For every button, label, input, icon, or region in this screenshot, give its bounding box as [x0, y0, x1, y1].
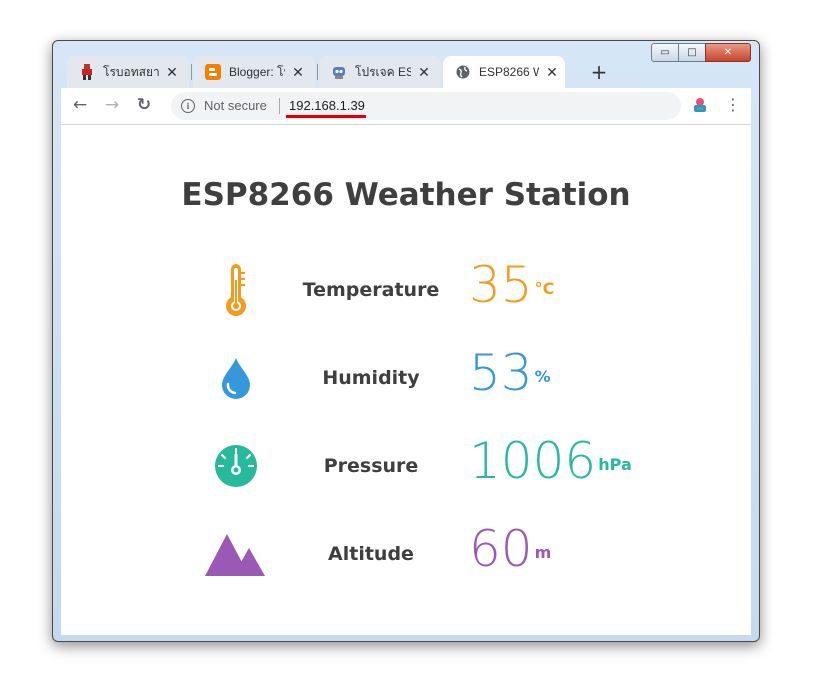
value-number: 60 [469, 520, 533, 578]
value-number: 35 [469, 256, 533, 314]
value-unit: °C [534, 279, 555, 298]
omnibox-divider [279, 98, 280, 114]
value-unit: % [534, 367, 551, 386]
tab-divider [191, 64, 192, 80]
url-highlight-underline [286, 115, 366, 118]
robot-face-icon [331, 64, 347, 80]
close-tab-icon[interactable]: ✕ [165, 64, 179, 81]
reading-altitude: Altitude 60 m [61, 519, 751, 599]
extension-icon[interactable] [691, 96, 709, 114]
tab-label: ESP8266 W [479, 65, 539, 79]
tab-robotsiam[interactable]: โรบอทสยาม ✕ [67, 56, 189, 88]
reading-pressure: Pressure 1006 hPa [61, 431, 751, 511]
browser-window: ▭ □ ✕ โรบอทสยาม ✕ Blogger: โป ✕ โปรเจค E… [52, 40, 760, 642]
mountain-icon [201, 519, 271, 589]
reading-value: 1006 hPa [469, 431, 632, 491]
reading-label: Altitude [328, 543, 414, 565]
reading-value: 35 °C [469, 255, 554, 315]
reading-value: 53% [469, 343, 551, 403]
page-content: ESP8266 Weather Station Temperature 35 °C [61, 125, 751, 635]
robot-icon [79, 64, 95, 80]
tab-divider [317, 64, 318, 80]
reading-label: Temperature [302, 279, 440, 301]
security-status[interactable]: Not secure [204, 98, 267, 113]
browser-toolbar: ← → ↻ i Not secure 192.168.1.39 ☆ ⋮ [61, 88, 751, 125]
reading-label: Pressure [323, 455, 419, 477]
new-tab-button[interactable]: + [587, 60, 611, 84]
globe-icon [455, 64, 471, 80]
value-number: 1006 [469, 432, 597, 490]
blogger-icon [205, 64, 221, 80]
close-tab-icon[interactable]: ✕ [417, 64, 431, 81]
thermometer-icon [201, 255, 271, 325]
tab-label: โรบอทสยาม [103, 64, 159, 79]
tab-esp-project[interactable]: โปรเจค ESP ✕ [319, 56, 441, 88]
address-bar[interactable]: i Not secure 192.168.1.39 ☆ [171, 92, 681, 120]
reading-value: 60 m [469, 519, 551, 579]
reading-temperature: Temperature 35 °C [61, 255, 751, 335]
water-drop-icon [201, 343, 271, 413]
close-tab-icon[interactable]: ✕ [291, 64, 305, 81]
url-text[interactable]: 192.168.1.39 [289, 98, 365, 113]
tab-esp8266-weather[interactable]: ESP8266 W ✕ [443, 56, 565, 88]
gauge-icon [201, 431, 271, 501]
info-icon[interactable]: i [181, 99, 195, 113]
reading-label: Humidity [322, 367, 420, 389]
tab-strip: โรบอทสยาม ✕ Blogger: โป ✕ โปรเจค ESP ✕ E… [67, 56, 747, 88]
tab-blogger[interactable]: Blogger: โป ✕ [193, 56, 315, 88]
reading-humidity: Humidity 53% [61, 343, 751, 423]
tab-label: Blogger: โป [229, 64, 285, 79]
browser-menu-button[interactable]: ⋮ [725, 94, 741, 116]
value-unit: hPa [598, 455, 632, 474]
page-title: ESP8266 Weather Station [181, 177, 631, 213]
back-button[interactable]: ← [69, 95, 91, 115]
value-unit: m [534, 543, 552, 562]
tab-label: โปรเจค ESP [355, 64, 411, 79]
close-tab-icon[interactable]: ✕ [545, 64, 559, 81]
forward-button[interactable]: → [101, 95, 123, 115]
value-number: 53 [469, 344, 533, 402]
reload-button[interactable]: ↻ [133, 95, 155, 115]
